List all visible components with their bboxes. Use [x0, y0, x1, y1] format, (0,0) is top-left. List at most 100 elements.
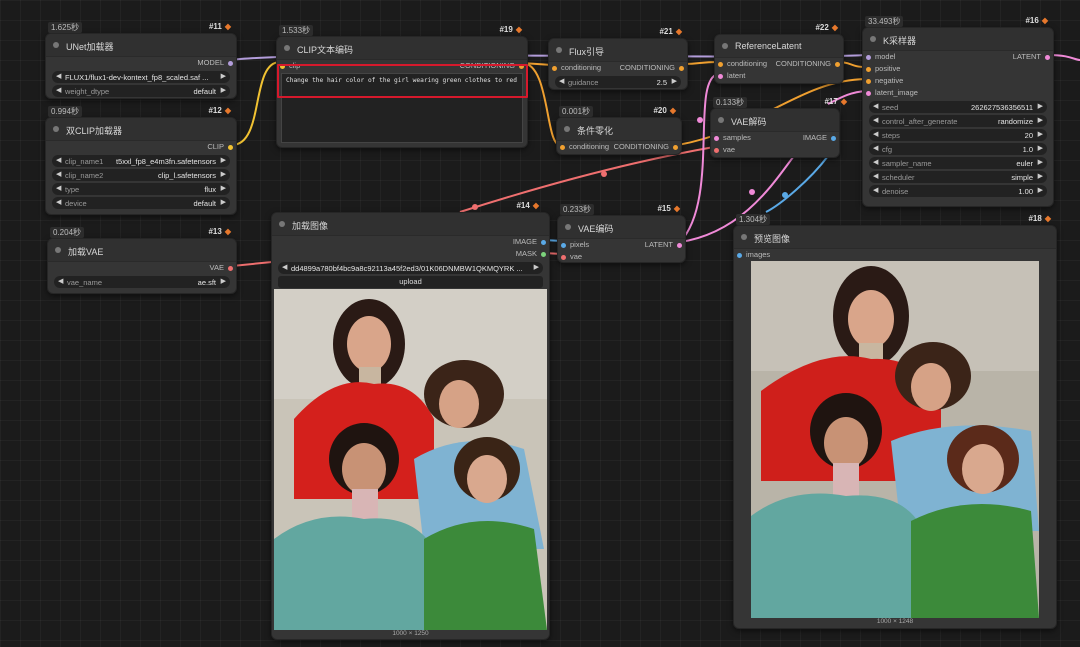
- port-dot-icon[interactable]: [866, 67, 871, 72]
- collapse-dot-icon[interactable]: [718, 117, 724, 123]
- port-row-vae[interactable]: vae: [558, 251, 685, 263]
- node-ksampler[interactable]: 33.493秒 #16 ◆ K采样器 model LATENT positive …: [862, 16, 1054, 207]
- unet-name-select[interactable]: ◀ FLUX1/flux1-dev-kontext_fp8_scaled.saf…: [52, 71, 230, 83]
- port-dot-icon[interactable]: [714, 148, 719, 153]
- port-dot-icon[interactable]: [560, 145, 565, 150]
- arrow-left-icon[interactable]: ◀: [56, 184, 61, 192]
- port-row-positive[interactable]: positive: [863, 63, 1053, 75]
- port-row-conditioning[interactable]: conditioning CONDITIONING: [549, 62, 687, 74]
- arrow-right-icon[interactable]: ▶: [221, 86, 226, 94]
- arrow-right-icon[interactable]: ▶: [1038, 116, 1043, 124]
- port-dot-icon[interactable]: [714, 136, 719, 141]
- denoise-number-input[interactable]: ◀ denoise 1.00 ▶: [869, 185, 1047, 197]
- port-dot-icon[interactable]: [866, 91, 871, 96]
- port-dot-icon[interactable]: [1045, 55, 1050, 60]
- node-header[interactable]: VAE解码: [711, 109, 839, 132]
- arrow-left-icon[interactable]: ◀: [873, 130, 878, 138]
- arrow-left-icon[interactable]: ◀: [58, 277, 63, 285]
- control-after-generate-select[interactable]: ◀ control_after_generate randomize ▶: [869, 115, 1047, 127]
- arrow-right-icon[interactable]: ▶: [1038, 158, 1043, 166]
- node-reference-latent[interactable]: #22 ◆ ReferenceLatent conditioning CONDIT…: [714, 23, 844, 84]
- arrow-left-icon[interactable]: ◀: [56, 156, 61, 164]
- collapse-dot-icon[interactable]: [870, 36, 876, 42]
- steps-number-input[interactable]: ◀ steps 20 ▶: [869, 129, 1047, 141]
- arrow-left-icon[interactable]: ◀: [873, 102, 878, 110]
- arrow-right-icon[interactable]: ▶: [672, 77, 677, 85]
- collapse-dot-icon[interactable]: [565, 224, 571, 230]
- node-dual-clip-loader[interactable]: 0.994秒 #12 ◆ 双CLIP加载器 CLIP ◀ clip_name1 t…: [45, 106, 237, 215]
- port-row-negative[interactable]: negative: [863, 75, 1053, 87]
- node-vae-encode[interactable]: 0.233秒 #15 ◆ VAE编码 pixels LATENT vae: [557, 204, 686, 263]
- port-row-latent[interactable]: latent: [715, 70, 843, 82]
- clip-name1-select[interactable]: ◀ clip_name1 t5xxl_fp8_e4m3fn.safetensor…: [52, 155, 230, 167]
- collapse-dot-icon[interactable]: [55, 247, 61, 253]
- arrow-left-icon[interactable]: ◀: [559, 77, 564, 85]
- arrow-left-icon[interactable]: ◀: [873, 158, 878, 166]
- collapse-dot-icon[interactable]: [722, 43, 728, 49]
- port-dot-icon[interactable]: [228, 61, 233, 66]
- port-dot-icon[interactable]: [541, 240, 546, 245]
- port-dot-icon[interactable]: [677, 243, 682, 248]
- arrow-right-icon[interactable]: ▶: [1038, 172, 1043, 180]
- arrow-right-icon[interactable]: ▶: [221, 156, 226, 164]
- arrow-left-icon[interactable]: ◀: [873, 186, 878, 194]
- port-dot-icon[interactable]: [673, 145, 678, 150]
- arrow-right-icon[interactable]: ▶: [221, 170, 226, 178]
- output-port-image[interactable]: IMAGE: [272, 236, 549, 248]
- node-vae-decode[interactable]: 0.133秒 #17 ◆ VAE解码 samples IMAGE vae: [710, 97, 847, 158]
- arrow-left-icon[interactable]: ◀: [56, 198, 61, 206]
- device-select[interactable]: ◀ device default ▶: [52, 197, 230, 209]
- port-dot-icon[interactable]: [831, 136, 836, 141]
- collapse-dot-icon[interactable]: [564, 126, 570, 132]
- arrow-left-icon[interactable]: ◀: [56, 72, 61, 80]
- node-vae-loader[interactable]: 0.204秒 #13 ◆ 加载VAE VAE ◀ vae_name ae.sft …: [47, 227, 237, 294]
- node-flux-guidance[interactable]: #21 ◆ Flux引导 conditioning CONDITIONING ◀ …: [548, 27, 688, 90]
- collapse-dot-icon[interactable]: [53, 42, 59, 48]
- node-header[interactable]: ReferenceLatent: [715, 35, 843, 58]
- sampler-name-select[interactable]: ◀ sampler_name euler ▶: [869, 157, 1047, 169]
- arrow-right-icon[interactable]: ▶: [534, 263, 539, 271]
- node-header[interactable]: K采样器: [863, 28, 1053, 51]
- node-header[interactable]: 条件零化: [557, 118, 681, 141]
- vae-name-select[interactable]: ◀ vae_name ae.sft ▶: [54, 276, 230, 288]
- upload-button[interactable]: upload: [278, 276, 543, 288]
- arrow-right-icon[interactable]: ▶: [221, 277, 226, 285]
- port-row-pixels[interactable]: pixels LATENT: [558, 239, 685, 251]
- node-header[interactable]: 加载VAE: [48, 239, 236, 262]
- port-dot-icon[interactable]: [737, 253, 742, 258]
- arrow-right-icon[interactable]: ▶: [1038, 144, 1043, 152]
- output-port-model[interactable]: MODEL: [46, 57, 236, 69]
- node-conditioning-zero[interactable]: 0.001秒 #20 ◆ 条件零化 conditioning CONDITIONI…: [556, 106, 682, 155]
- type-select[interactable]: ◀ type flux ▶: [52, 183, 230, 195]
- node-preview-image[interactable]: 1.304秒 #18 ◆ 预览图像 images 1000 × 1248: [733, 214, 1057, 629]
- port-row-samples[interactable]: samples IMAGE: [711, 132, 839, 144]
- port-dot-icon[interactable]: [561, 255, 566, 260]
- port-dot-icon[interactable]: [866, 55, 871, 60]
- port-dot-icon[interactable]: [228, 145, 233, 150]
- weight-dtype-select[interactable]: ◀ weight_dtype default ▶: [52, 85, 230, 97]
- node-header[interactable]: 双CLIP加载器: [46, 118, 236, 141]
- node-header[interactable]: CLIP文本编码: [277, 37, 527, 60]
- port-dot-icon[interactable]: [541, 252, 546, 257]
- node-header[interactable]: Flux引导: [549, 39, 687, 62]
- port-row-images[interactable]: images: [734, 249, 1056, 261]
- port-dot-icon[interactable]: [552, 66, 557, 71]
- scheduler-select[interactable]: ◀ scheduler simple ▶: [869, 171, 1047, 183]
- clip-name2-select[interactable]: ◀ clip_name2 clip_l.safetensors ▶: [52, 169, 230, 181]
- port-row-conditioning[interactable]: conditioning CONDITIONING: [715, 58, 843, 70]
- arrow-right-icon[interactable]: ▶: [1038, 186, 1043, 194]
- image-file-select[interactable]: ◀ dd4899a780bf4bc9a8c92113a45f2ed3/01K06…: [278, 262, 543, 274]
- collapse-dot-icon[interactable]: [556, 47, 562, 53]
- collapse-dot-icon[interactable]: [741, 234, 747, 240]
- port-dot-icon[interactable]: [718, 74, 723, 79]
- output-port-mask[interactable]: MASK: [272, 248, 549, 260]
- collapse-dot-icon[interactable]: [279, 221, 285, 227]
- cfg-number-input[interactable]: ◀ cfg 1.0 ▶: [869, 143, 1047, 155]
- arrow-right-icon[interactable]: ▶: [221, 198, 226, 206]
- arrow-left-icon[interactable]: ◀: [56, 170, 61, 178]
- arrow-left-icon[interactable]: ◀: [282, 263, 287, 271]
- guidance-number-input[interactable]: ◀ guidance 2.5 ▶: [555, 76, 681, 88]
- arrow-left-icon[interactable]: ◀: [873, 144, 878, 152]
- output-port-clip[interactable]: CLIP: [46, 141, 236, 153]
- node-header[interactable]: 加载图像: [272, 213, 549, 236]
